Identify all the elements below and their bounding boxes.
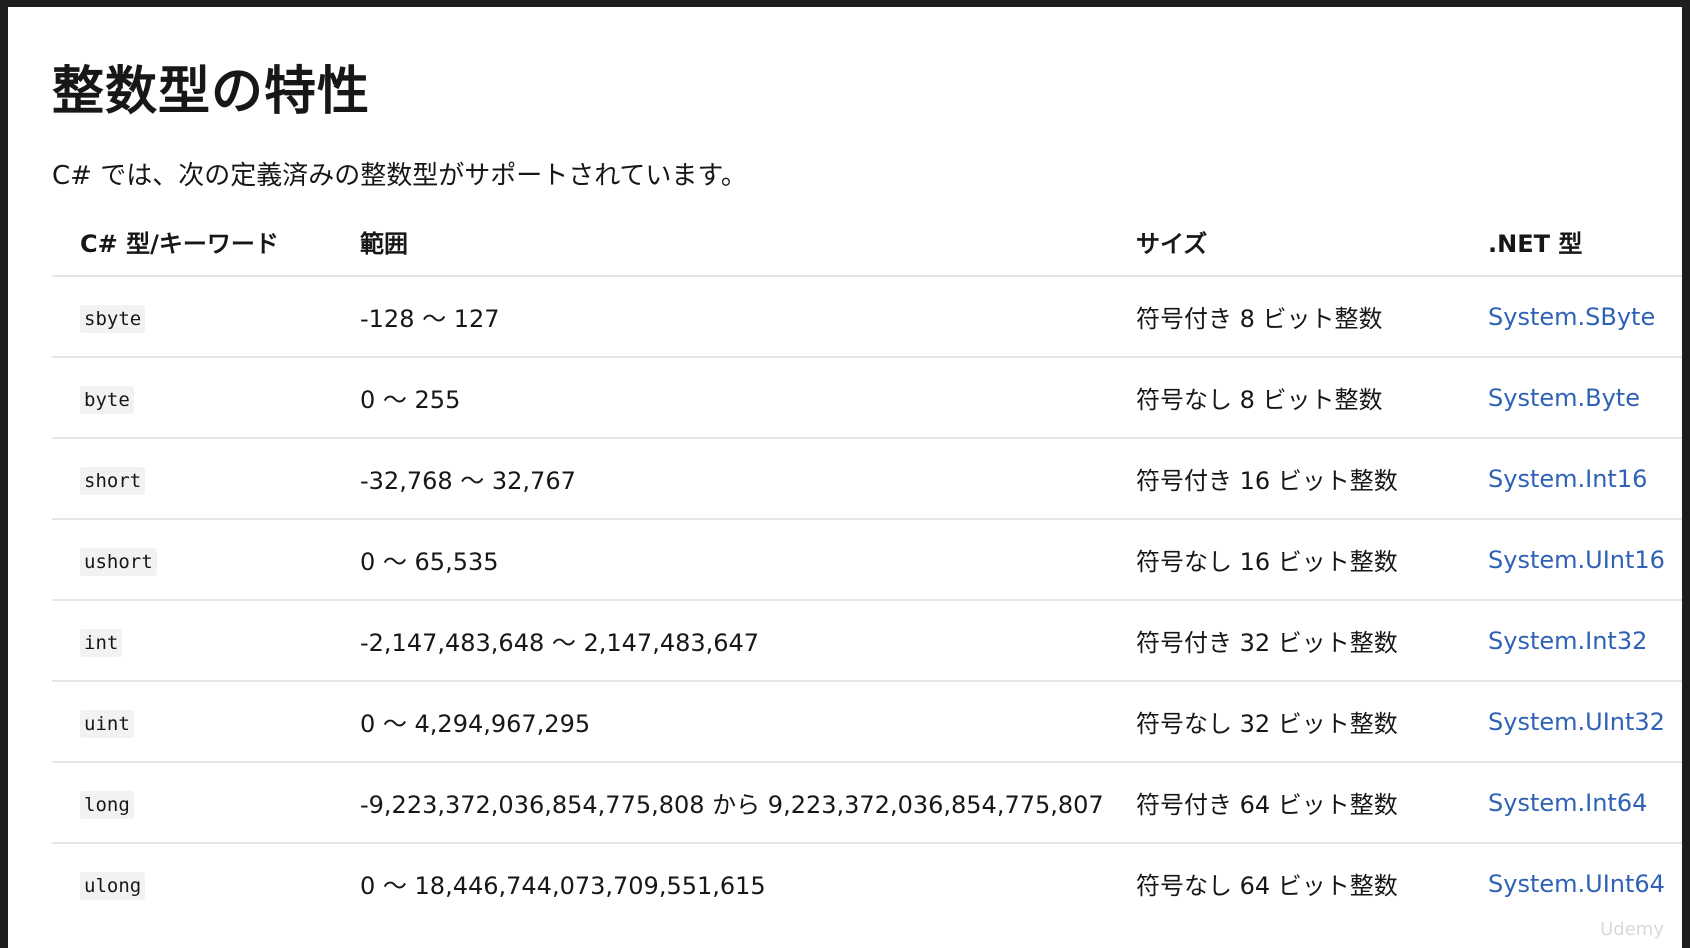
net-type-link[interactable]: System.UInt32	[1488, 708, 1665, 736]
keyword-cell: byte	[52, 357, 360, 439]
range-cell: -128 ～ 127	[360, 276, 1136, 358]
keyword-code: ushort	[80, 547, 157, 576]
table-row: long -9,223,372,036,854,775,808 から 9,223…	[52, 762, 1682, 844]
table-row: sbyte -128 ～ 127 符号付き 8 ビット整数 System.SBy…	[52, 276, 1682, 358]
header-net-type: .NET 型	[1488, 207, 1682, 277]
header-range: 範囲	[360, 207, 1136, 277]
size-cell: 符号なし 8 ビット整数	[1136, 357, 1488, 439]
table-row: short -32,768 ～ 32,767 符号付き 16 ビット整数 Sys…	[52, 438, 1682, 520]
net-type-link[interactable]: System.UInt64	[1488, 870, 1665, 898]
size-cell: 符号付き 8 ビット整数	[1136, 276, 1488, 358]
keyword-cell: int	[52, 600, 360, 682]
keyword-code: short	[80, 466, 146, 495]
keyword-cell: sbyte	[52, 276, 360, 358]
range-cell: -9,223,372,036,854,775,808 から 9,223,372,…	[360, 762, 1136, 844]
net-type-link[interactable]: System.Int64	[1488, 789, 1647, 817]
intro-text: C# では、次の定義済みの整数型がサポートされています。	[52, 161, 747, 191]
document-frame: 整数型の特性 C# では、次の定義済みの整数型がサポートされています。 C# 型…	[8, 7, 1682, 948]
table-row: ulong 0 ～ 18,446,744,073,709,551,615 符号な…	[52, 843, 1682, 923]
keyword-code: byte	[80, 385, 134, 414]
size-cell: 符号付き 16 ビット整数	[1136, 438, 1488, 520]
net-type-cell: System.Int32	[1488, 600, 1682, 682]
page-title: 整数型の特性	[52, 62, 371, 122]
net-type-cell: System.SByte	[1488, 276, 1682, 358]
size-cell: 符号付き 32 ビット整数	[1136, 600, 1488, 682]
net-type-link[interactable]: System.Int16	[1488, 465, 1647, 493]
net-type-cell: System.UInt64	[1488, 843, 1682, 923]
net-type-cell: System.Int16	[1488, 438, 1682, 520]
net-type-cell: System.UInt16	[1488, 519, 1682, 601]
table-row: int -2,147,483,648 ～ 2,147,483,647 符号付き …	[52, 600, 1682, 682]
keyword-code: ulong	[80, 871, 146, 900]
size-cell: 符号なし 16 ビット整数	[1136, 519, 1488, 601]
keyword-cell: uint	[52, 681, 360, 763]
net-type-link[interactable]: System.Byte	[1488, 384, 1640, 412]
keyword-cell: ulong	[52, 843, 360, 923]
range-cell: -2,147,483,648 ～ 2,147,483,647	[360, 600, 1136, 682]
net-type-cell: System.Byte	[1488, 357, 1682, 439]
udemy-watermark: Udemy	[1600, 919, 1664, 940]
net-type-cell: System.UInt32	[1488, 681, 1682, 763]
header-size: サイズ	[1136, 207, 1488, 277]
range-cell: 0 ～ 4,294,967,295	[360, 681, 1136, 763]
table-row: byte 0 ～ 255 符号なし 8 ビット整数 System.Byte	[52, 357, 1682, 439]
net-type-cell: System.Int64	[1488, 762, 1682, 844]
table-header-row: C# 型/キーワード 範囲 サイズ .NET 型	[52, 207, 1682, 277]
table-row: uint 0 ～ 4,294,967,295 符号なし 32 ビット整数 Sys…	[52, 681, 1682, 763]
keyword-cell: ushort	[52, 519, 360, 601]
size-cell: 符号なし 32 ビット整数	[1136, 681, 1488, 763]
size-cell: 符号なし 64 ビット整数	[1136, 872, 1398, 900]
header-keyword: C# 型/キーワード	[52, 207, 360, 277]
range-cell: 0 ～ 255	[360, 357, 1136, 439]
keyword-code: sbyte	[80, 304, 146, 333]
keyword-code: uint	[80, 709, 134, 738]
table-row: ushort 0 ～ 65,535 符号なし 16 ビット整数 System.U…	[52, 519, 1682, 601]
range-cell: 0 ～ 65,535	[360, 519, 1136, 601]
keyword-code: int	[80, 628, 123, 657]
size-cell: 符号付き 64 ビット整数	[1136, 762, 1488, 844]
net-type-link[interactable]: System.Int32	[1488, 627, 1647, 655]
range-cell: 0 ～ 18,446,744,073,709,551,615	[360, 872, 766, 900]
keyword-cell: long	[52, 762, 360, 844]
net-type-link[interactable]: System.SByte	[1488, 303, 1655, 331]
keyword-code: long	[80, 790, 134, 819]
integer-types-table: C# 型/キーワード 範囲 サイズ .NET 型 sbyte -128 ～ 12…	[52, 207, 1682, 923]
net-type-link[interactable]: System.UInt16	[1488, 546, 1665, 574]
range-cell: -32,768 ～ 32,767	[360, 438, 1136, 520]
keyword-cell: short	[52, 438, 360, 520]
